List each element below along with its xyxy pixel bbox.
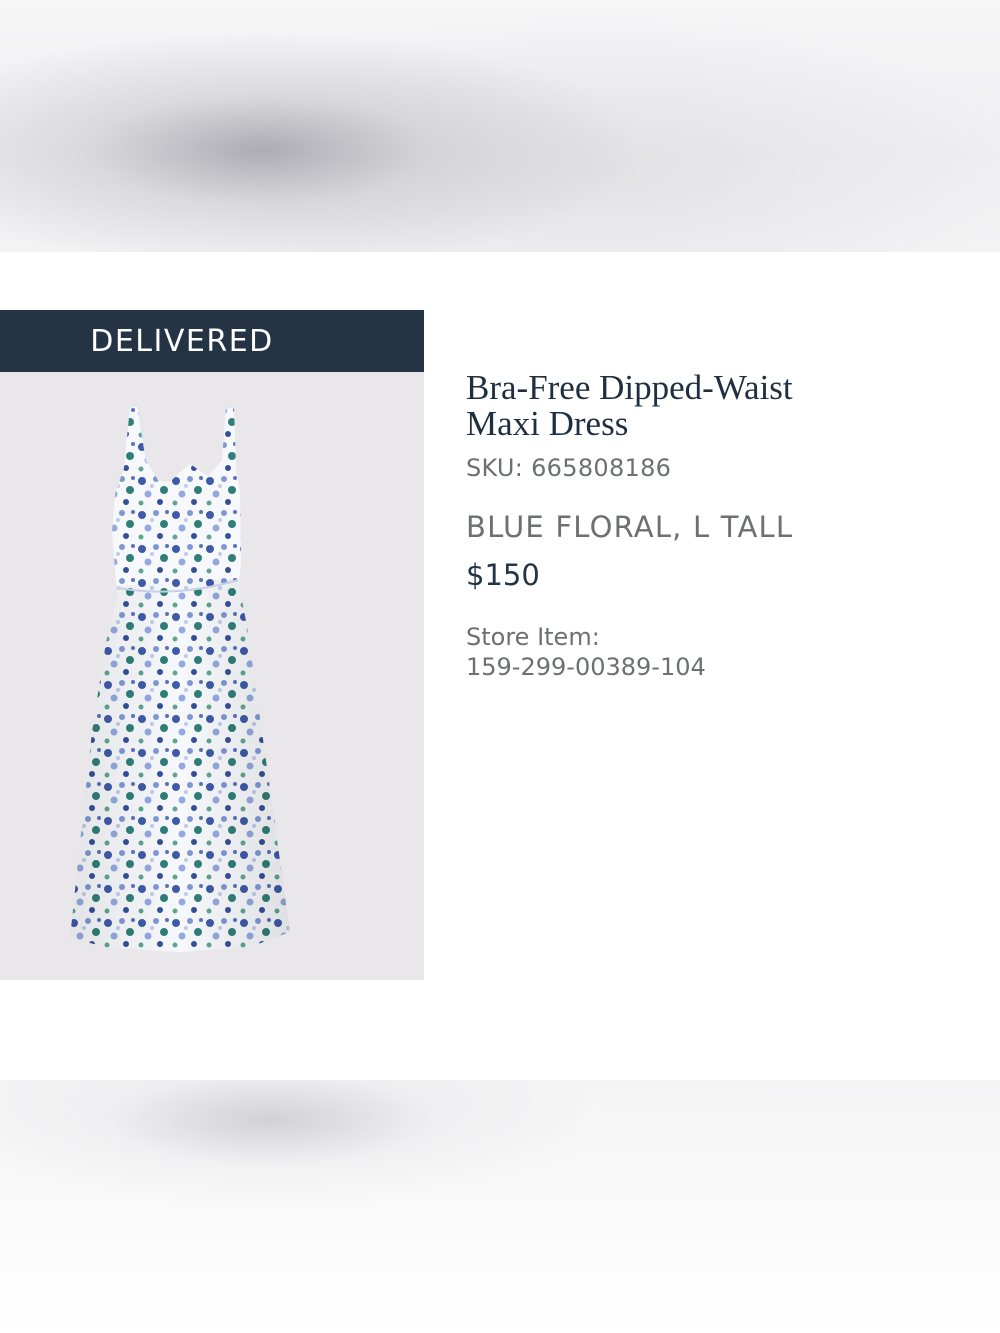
product-title[interactable]: Bra-Free Dipped-Waist Maxi Dress: [466, 370, 826, 442]
order-item-card[interactable]: DELIVERED Bra-Free Dipped-Waist Maxi Dre…: [0, 252, 1000, 1080]
product-price: $150: [466, 558, 540, 592]
delivery-status-banner: DELIVERED: [0, 310, 424, 372]
store-item-label: Store Item:: [466, 623, 600, 651]
dress-image: [70, 403, 290, 952]
store-item-number: 159-299-00389-104: [466, 653, 706, 681]
product-details: Bra-Free Dipped-Waist Maxi Dress SKU: 66…: [466, 370, 966, 682]
blurred-background-top: [0, 0, 1000, 252]
product-image[interactable]: [0, 372, 424, 980]
delivery-status-label: DELIVERED: [90, 323, 274, 359]
blurred-background-bottom: [0, 1080, 1000, 1333]
product-variant: BLUE FLORAL, L TALL: [466, 510, 794, 544]
product-sku: SKU: 665808186: [466, 454, 672, 482]
